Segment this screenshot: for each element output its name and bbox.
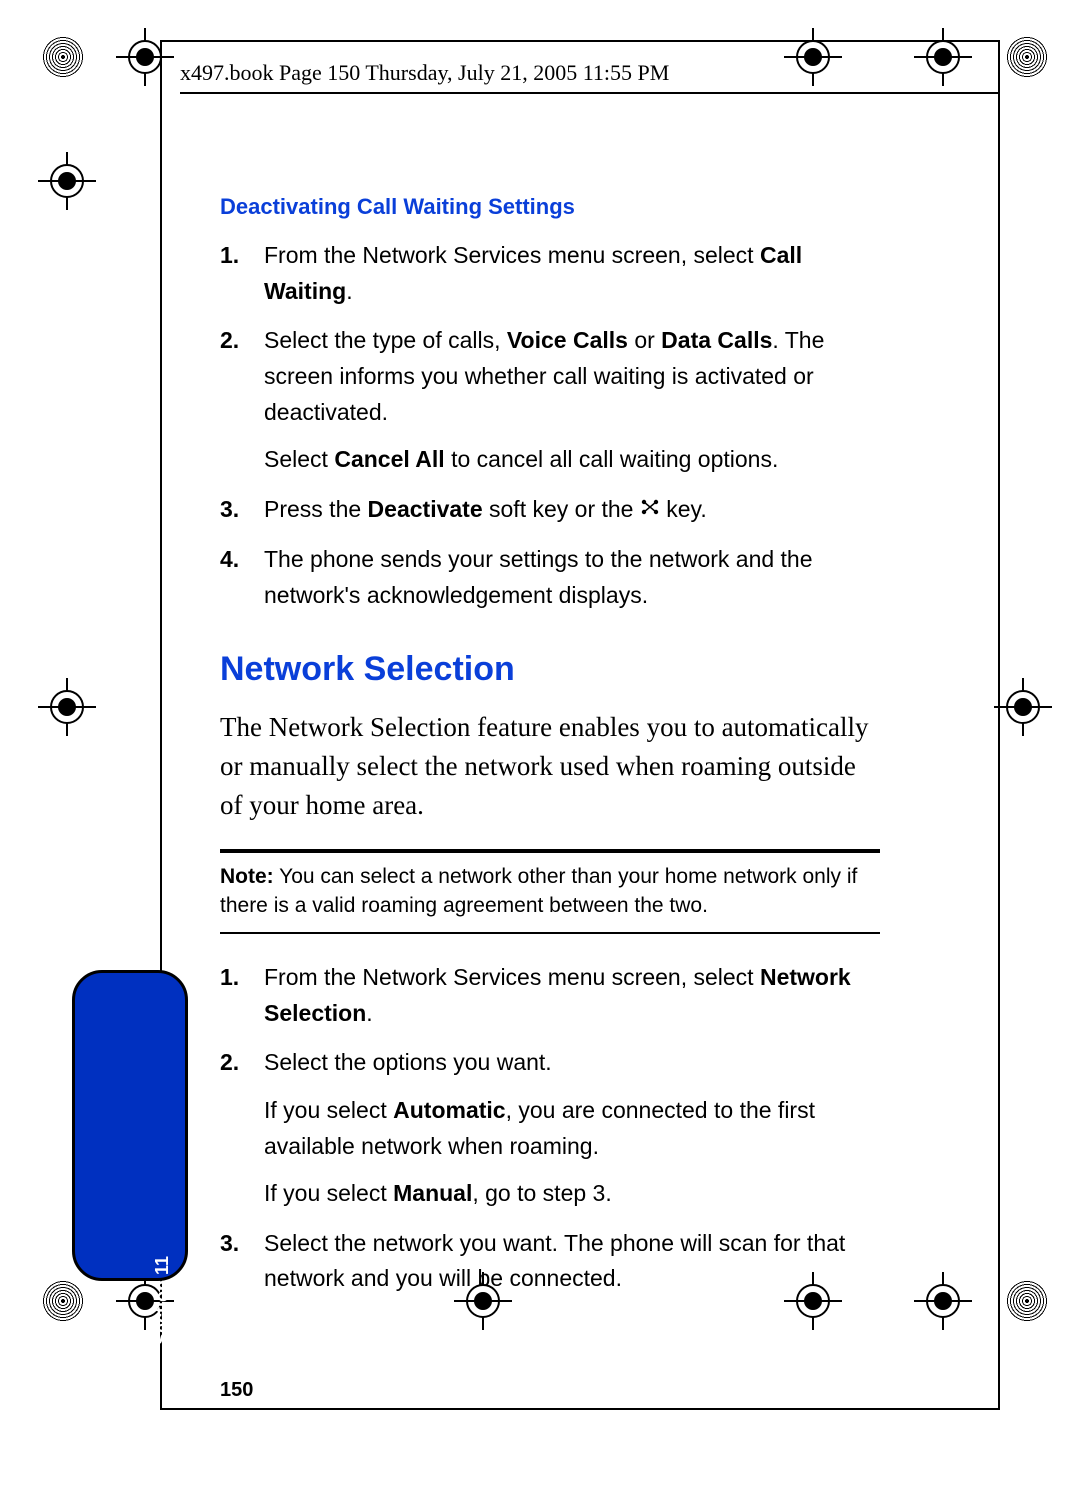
bold-text: Manual (393, 1180, 472, 1206)
step-text: . (366, 1000, 372, 1026)
step-paragraph: If you select Automatic, you are connect… (264, 1093, 880, 1164)
section-tab: Section 11 (72, 970, 188, 1281)
step-text: key. (666, 496, 706, 522)
step-number: 2. (220, 1045, 239, 1081)
registration-mark-icon (1006, 1280, 1048, 1322)
steps-deactivating: 1. From the Network Services menu screen… (220, 238, 880, 613)
crop-mark-icon (44, 158, 90, 204)
crop-mark-icon (1000, 684, 1046, 730)
header-rule (180, 92, 1000, 94)
crop-mark-icon (920, 34, 966, 80)
step-paragraph: If you select Manual, go to step 3. (264, 1176, 880, 1212)
bold-text: Deactivate (368, 496, 483, 522)
list-item: 3. Press the Deactivate soft key or the … (220, 492, 880, 528)
subsection-heading: Deactivating Call Waiting Settings (220, 190, 880, 224)
key-icon (640, 492, 660, 526)
step-number: 1. (220, 960, 239, 996)
crop-mark-icon (122, 34, 168, 80)
step-number: 4. (220, 542, 239, 578)
bold-text: Automatic (393, 1097, 505, 1123)
list-item: 2. Select the type of calls, Voice Calls… (220, 323, 880, 478)
note-label: Note: (220, 865, 274, 888)
step-text: soft key or the (483, 496, 640, 522)
list-item: 3. Select the network you want. The phon… (220, 1226, 880, 1297)
step-number: 3. (220, 1226, 239, 1262)
step-text: Press the (264, 496, 368, 522)
step-number: 1. (220, 238, 239, 274)
section-heading: Network Selection (220, 643, 880, 696)
step-text: Select (264, 446, 334, 472)
step-text: . (346, 278, 352, 304)
step-text: If you select (264, 1180, 393, 1206)
crop-mark-icon (920, 1278, 966, 1324)
bold-text: Cancel All (334, 446, 444, 472)
list-item: 2. Select the options you want. If you s… (220, 1045, 880, 1212)
steps-network-selection: 1. From the Network Services menu screen… (220, 960, 880, 1297)
list-item: 1. From the Network Services menu screen… (220, 960, 880, 1031)
intro-paragraph: The Network Selection feature enables yo… (220, 708, 880, 825)
running-head: x497.book Page 150 Thursday, July 21, 20… (180, 60, 669, 86)
list-item: 1. From the Network Services menu screen… (220, 238, 880, 309)
step-text: Select the options you want. (264, 1049, 552, 1075)
registration-mark-icon (42, 36, 84, 78)
step-text: If you select (264, 1097, 393, 1123)
page-content: Deactivating Call Waiting Settings 1. Fr… (220, 190, 880, 1317)
section-tab-label: Section 11 (152, 1256, 173, 1345)
registration-mark-icon (1006, 36, 1048, 78)
step-text: or (628, 327, 661, 353)
step-text: , go to step 3. (472, 1180, 611, 1206)
list-item: 4. The phone sends your settings to the … (220, 542, 880, 613)
step-number: 2. (220, 323, 239, 359)
note-text: You can select a network other than your… (220, 865, 857, 916)
step-text: From the Network Services menu screen, s… (264, 964, 760, 990)
registration-mark-icon (42, 1280, 84, 1322)
bold-text: Data Calls (661, 327, 772, 353)
crop-mark-icon (44, 684, 90, 730)
crop-mark-icon (790, 34, 836, 80)
step-text: Select the type of calls, (264, 327, 507, 353)
step-text: to cancel all call waiting options. (445, 446, 779, 472)
step-number: 3. (220, 492, 239, 528)
step-text: From the Network Services menu screen, s… (264, 242, 760, 268)
page-number: 150 (220, 1379, 253, 1402)
step-text: The phone sends your settings to the net… (264, 546, 813, 608)
step-text: Select the network you want. The phone w… (264, 1230, 845, 1292)
note-box: Note: You can select a network other tha… (220, 849, 880, 934)
step-paragraph: Select Cancel All to cancel all call wai… (264, 442, 880, 478)
bold-text: Voice Calls (507, 327, 628, 353)
